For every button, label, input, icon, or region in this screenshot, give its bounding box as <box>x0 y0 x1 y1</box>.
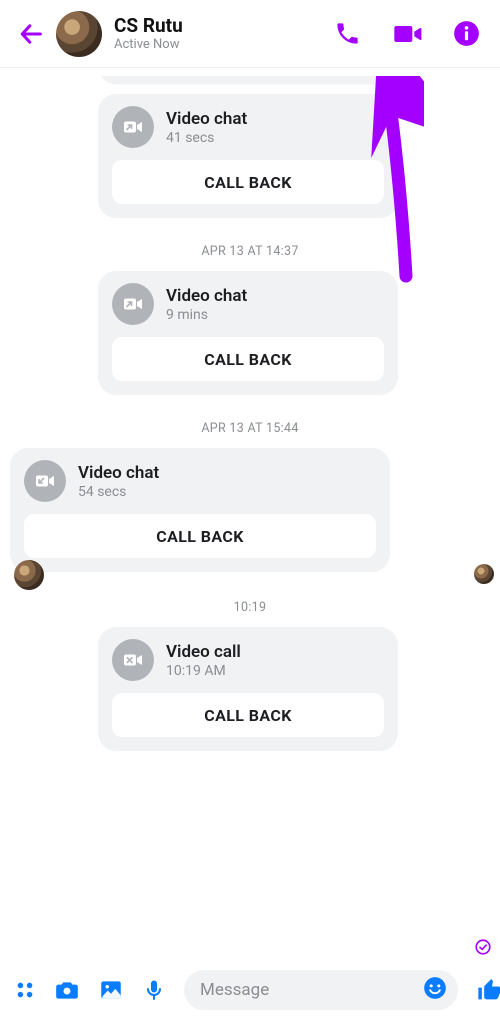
sender-avatar[interactable] <box>14 560 44 590</box>
composer-bar <box>0 962 500 1024</box>
thumbs-up-icon[interactable] <box>476 976 500 1004</box>
message-item: Video chat 9 mins CALL BACK <box>0 271 500 395</box>
call-bubble: Video chat 9 mins CALL BACK <box>98 271 398 395</box>
message-input[interactable] <box>200 980 422 1000</box>
info-icon[interactable] <box>453 20 480 47</box>
contact-name: CS Rutu <box>114 15 334 37</box>
video-call-icon[interactable] <box>391 18 423 50</box>
voice-call-icon[interactable] <box>334 20 361 47</box>
timestamp: 10:19 <box>0 600 500 615</box>
contact-presence: Active Now <box>114 37 334 52</box>
message-item: Video chat 54 secs CALL BACK <box>0 448 500 572</box>
call-bubble: Video chat 54 secs CALL BACK <box>10 448 390 572</box>
call-bubble: Video call 10:19 AM CALL BACK <box>98 627 398 751</box>
call-back-button[interactable]: CALL BACK <box>24 514 376 558</box>
call-title: Video chat <box>166 109 247 129</box>
conversation-header: CS Rutu Active Now <box>0 0 500 68</box>
contact-name-block[interactable]: CS Rutu Active Now <box>114 15 334 53</box>
message-partial <box>0 76 500 88</box>
call-title: Video chat <box>78 463 159 483</box>
call-back-button[interactable]: CALL BACK <box>112 337 384 381</box>
call-back-button[interactable]: CALL BACK <box>112 693 384 737</box>
camera-icon[interactable] <box>54 977 80 1003</box>
timestamp: APR 13 AT 15:44 <box>0 421 500 436</box>
contact-avatar[interactable] <box>56 11 102 57</box>
more-actions-icon[interactable] <box>14 979 36 1001</box>
chat-scroll[interactable]: Video chat 41 secs CALL BACK APR 13 AT 1… <box>0 68 500 962</box>
message-input-wrap[interactable] <box>184 970 458 1010</box>
message-item: Video call 10:19 AM CALL BACK <box>0 627 500 751</box>
mic-icon[interactable] <box>142 978 166 1002</box>
call-title: Video call <box>166 642 241 662</box>
seen-avatar <box>474 564 494 584</box>
video-missed-icon <box>112 639 154 681</box>
video-outgoing-icon <box>112 106 154 148</box>
call-time: 10:19 AM <box>166 663 241 679</box>
header-icons <box>334 18 486 50</box>
call-back-button[interactable]: CALL BACK <box>112 160 384 204</box>
timestamp: APR 13 AT 14:37 <box>0 244 500 259</box>
video-incoming-icon <box>24 460 66 502</box>
message-item: Video chat 41 secs CALL BACK <box>0 94 500 218</box>
call-duration: 41 secs <box>166 130 247 146</box>
gallery-icon[interactable] <box>98 977 124 1003</box>
video-outgoing-icon <box>112 283 154 325</box>
delivered-icon <box>474 938 492 960</box>
back-button[interactable] <box>14 17 48 51</box>
call-duration: 9 mins <box>166 307 247 323</box>
call-bubble: Video chat 41 secs CALL BACK <box>98 94 398 218</box>
emoji-icon[interactable] <box>422 975 448 1005</box>
call-title: Video chat <box>166 286 247 306</box>
call-duration: 54 secs <box>78 484 159 500</box>
